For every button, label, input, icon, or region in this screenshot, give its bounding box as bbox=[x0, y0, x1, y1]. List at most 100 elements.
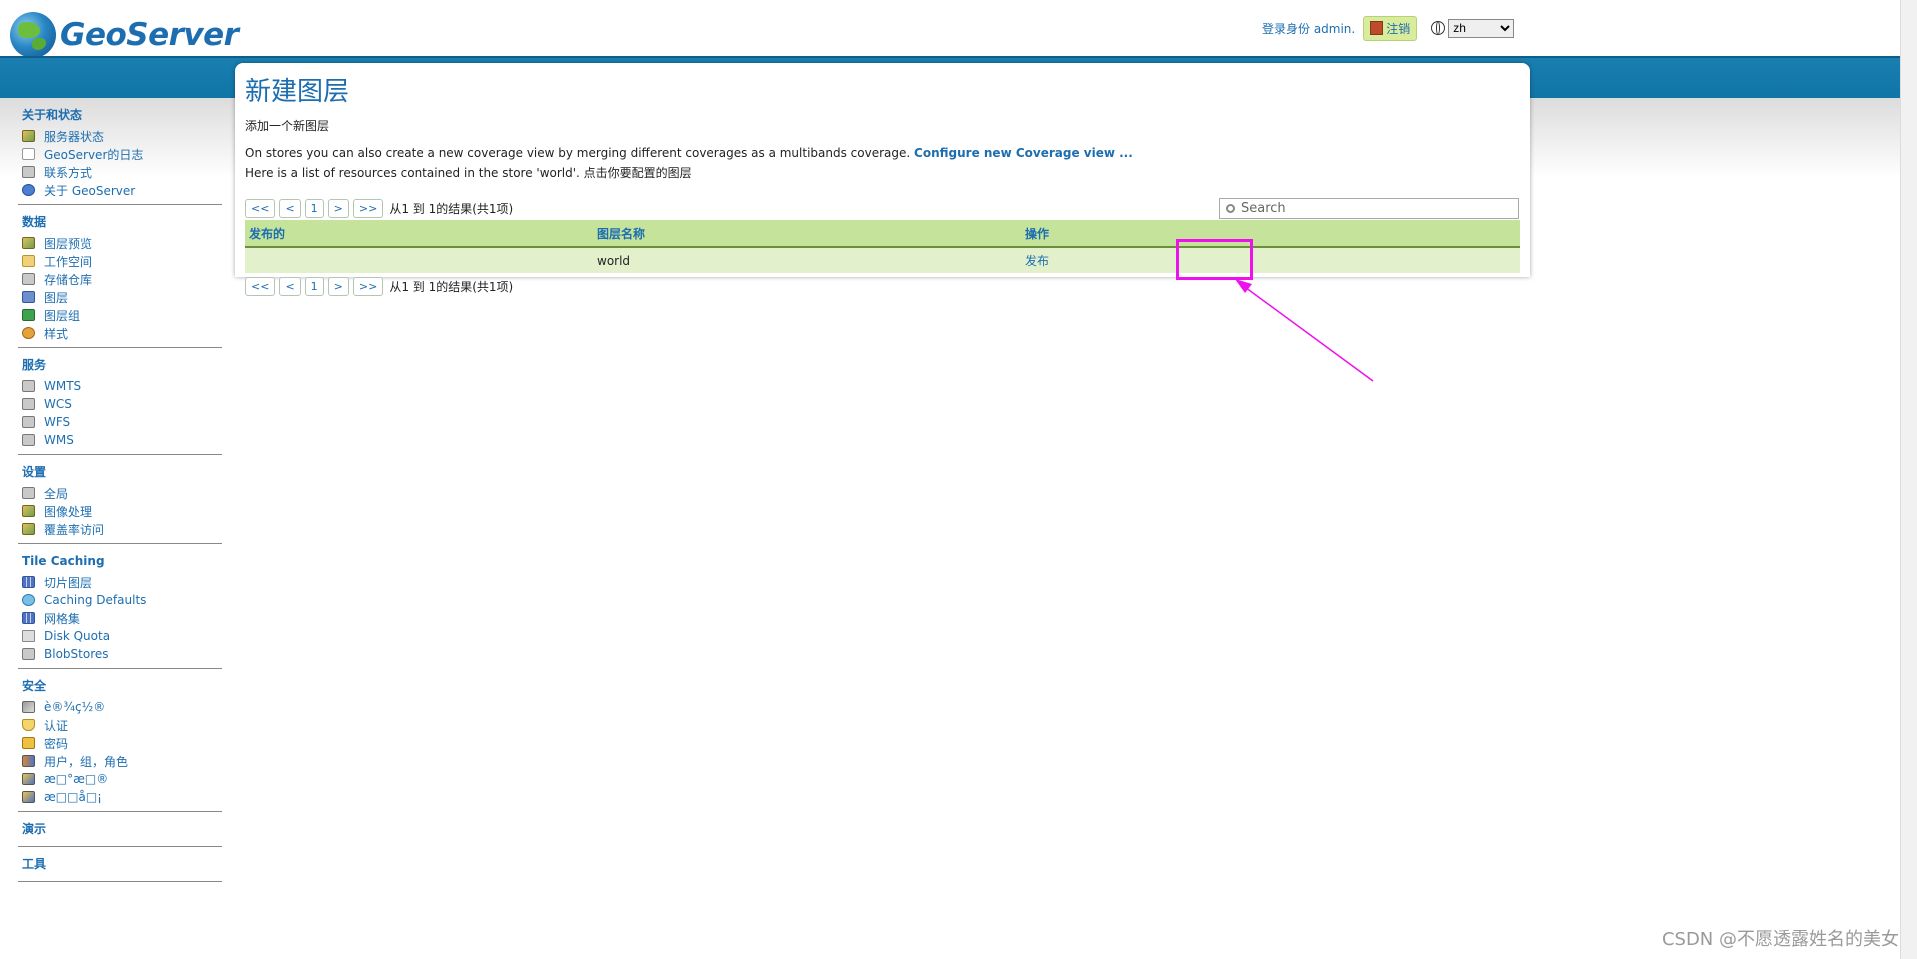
image-icon bbox=[22, 505, 35, 517]
search-input[interactable] bbox=[1241, 201, 1501, 216]
sidebar-item[interactable]: WFS bbox=[22, 413, 222, 431]
sidebar-item[interactable]: 样式 bbox=[22, 324, 222, 342]
pager-page-button[interactable]: 1 bbox=[304, 199, 324, 218]
sidebar-item[interactable]: WCS bbox=[22, 395, 222, 413]
service-icon bbox=[22, 416, 35, 428]
sidebar-section-title[interactable]: 工具 bbox=[22, 855, 222, 873]
pager-info: 从1 到 1的结果(共1项) bbox=[389, 280, 514, 294]
store-icon bbox=[22, 648, 35, 660]
sidebar-section: 演示 bbox=[18, 820, 222, 847]
wrench-icon bbox=[22, 701, 35, 713]
pager-next-button[interactable]: > bbox=[327, 277, 349, 296]
data-security-icon bbox=[22, 773, 35, 785]
logout-label: 注销 bbox=[1386, 21, 1411, 36]
sidebar-item-label: 关于 GeoServer bbox=[44, 183, 136, 198]
sidebar-item[interactable]: WMTS bbox=[22, 377, 222, 395]
watermark: CSDN @不愿透露姓名的美女 bbox=[1661, 929, 1899, 950]
globe-icon bbox=[22, 594, 35, 606]
sidebar-item[interactable]: 图层组 bbox=[22, 306, 222, 324]
users-icon bbox=[22, 755, 35, 767]
sidebar-section-title[interactable]: 演示 bbox=[22, 820, 222, 838]
column-header-published[interactable]: 发布的 bbox=[245, 220, 593, 248]
annotation-arrow-head bbox=[1235, 279, 1252, 293]
geoserver-logo[interactable]: GeoServer bbox=[10, 10, 239, 60]
sidebar-item-label: 工作空间 bbox=[44, 254, 93, 269]
cell-action: 发布 bbox=[1021, 247, 1520, 273]
sidebar-item-label: 全局 bbox=[44, 486, 69, 501]
sidebar-item-label: æ□°æ□® bbox=[44, 772, 109, 786]
sidebar-item[interactable]: Caching Defaults bbox=[22, 591, 222, 609]
logout-icon bbox=[1370, 21, 1384, 35]
sidebar-item[interactable]: GeoServer的日志 bbox=[22, 145, 222, 163]
sidebar-item-label: 图层组 bbox=[44, 308, 81, 323]
publish-link[interactable]: 发布 bbox=[1025, 254, 1049, 268]
sidebar-item[interactable]: 切片图层 bbox=[22, 573, 222, 591]
pager-first-button[interactable]: << bbox=[245, 199, 276, 218]
pager-page-button[interactable]: 1 bbox=[304, 277, 324, 296]
sidebar-section: 数据 图层预览 工作空间 存储仓库 图层 图层组 样式 bbox=[18, 213, 222, 348]
info-icon bbox=[22, 184, 35, 196]
configure-coverage-view-link[interactable]: Configure new Coverage view ... bbox=[914, 146, 1133, 160]
cell-published bbox=[245, 247, 593, 273]
sidebar-item[interactable]: WMS bbox=[22, 431, 222, 449]
language-globe-icon bbox=[1431, 21, 1446, 35]
sidebar-item-label: 联系方式 bbox=[44, 165, 93, 180]
sidebar-item-label: 网格集 bbox=[44, 611, 81, 626]
sidebar-item[interactable]: 存储仓库 bbox=[22, 270, 222, 288]
server-icon bbox=[22, 487, 35, 499]
column-header-layer-name[interactable]: 图层名称 bbox=[593, 220, 1021, 248]
resource-list-description: Here is a list of resources contained in… bbox=[245, 166, 692, 180]
layer-icon bbox=[22, 291, 35, 303]
sidebar-item[interactable]: 联系方式 bbox=[22, 163, 222, 181]
login-status: 登录身份 admin. bbox=[1262, 21, 1356, 36]
sidebar-item[interactable]: 图层预览 bbox=[22, 234, 222, 252]
sidebar-item[interactable]: 图层 bbox=[22, 288, 222, 306]
search-box bbox=[1219, 198, 1519, 219]
pager-last-button[interactable]: >> bbox=[352, 277, 384, 296]
sidebar-item[interactable]: 关于 GeoServer bbox=[22, 181, 222, 199]
annotation-arrow-line bbox=[1237, 281, 1374, 382]
sidebar-item[interactable]: 图像处理 bbox=[22, 502, 222, 520]
sidebar-item[interactable]: 密码 bbox=[22, 734, 222, 752]
sidebar-section-title: 安全 bbox=[22, 679, 47, 693]
layer-preview-icon bbox=[22, 237, 35, 249]
user-area: 登录身份 admin. 注销 zh bbox=[1262, 15, 1515, 41]
pager-first-button[interactable]: << bbox=[245, 277, 276, 296]
resource-table: 发布的 图层名称 操作 world 发布 bbox=[245, 220, 1520, 273]
sidebar-section-title: 设置 bbox=[22, 465, 47, 479]
grid-icon bbox=[22, 576, 35, 588]
sidebar-item[interactable]: è®¾ç½® bbox=[22, 698, 222, 716]
language-select[interactable]: zh bbox=[1448, 18, 1515, 38]
page-subtitle: 添加一个新图层 bbox=[245, 119, 330, 133]
sidebar-section: 设置全局图像处理 覆盖率访问 bbox=[18, 463, 222, 544]
sidebar: 关于和状态 服务器状态 GeoServer的日志 联系方式 关于 GeoServer 数据… bbox=[18, 106, 222, 890]
pager-prev-button[interactable]: < bbox=[279, 199, 301, 218]
sidebar-item-label: GeoServer的日志 bbox=[44, 147, 144, 162]
logo-text: GeoServer bbox=[60, 17, 239, 53]
sidebar-item[interactable]: 认证 bbox=[22, 716, 222, 734]
sidebar-item[interactable]: æ□°æ□® bbox=[22, 770, 222, 788]
sidebar-section-title: Tile Caching bbox=[22, 554, 105, 568]
disk-icon bbox=[22, 630, 35, 642]
pager-prev-button[interactable]: < bbox=[279, 277, 301, 296]
service-security-icon bbox=[22, 791, 35, 803]
layer-group-icon bbox=[22, 309, 35, 321]
sidebar-item[interactable]: 服务器状态 bbox=[22, 127, 222, 145]
sidebar-item[interactable]: 工作空间 bbox=[22, 252, 222, 270]
sidebar-item[interactable]: 覆盖率访问 bbox=[22, 520, 222, 538]
page-scrollbar[interactable] bbox=[1900, 0, 1917, 959]
sidebar-item-label: BlobStores bbox=[44, 647, 109, 661]
sidebar-section-title: 服务 bbox=[22, 358, 47, 372]
logout-button[interactable]: 注销 bbox=[1363, 15, 1418, 41]
sidebar-item[interactable]: BlobStores bbox=[22, 645, 222, 663]
sidebar-item[interactable]: Disk Quota bbox=[22, 627, 222, 645]
sidebar-item[interactable]: 全局 bbox=[22, 484, 222, 502]
sidebar-item[interactable]: 用户，组，角色 bbox=[22, 752, 222, 770]
sidebar-item[interactable]: æ□□å□¡ bbox=[22, 788, 222, 806]
pager-bottom: << < 1 > >> 从1 到 1的结果(共1项) bbox=[245, 277, 513, 296]
pager-last-button[interactable]: >> bbox=[352, 199, 384, 218]
sidebar-item-label: 图像处理 bbox=[44, 504, 93, 519]
service-icon bbox=[22, 434, 35, 446]
pager-next-button[interactable]: > bbox=[327, 199, 349, 218]
sidebar-item[interactable]: 网格集 bbox=[22, 609, 222, 627]
